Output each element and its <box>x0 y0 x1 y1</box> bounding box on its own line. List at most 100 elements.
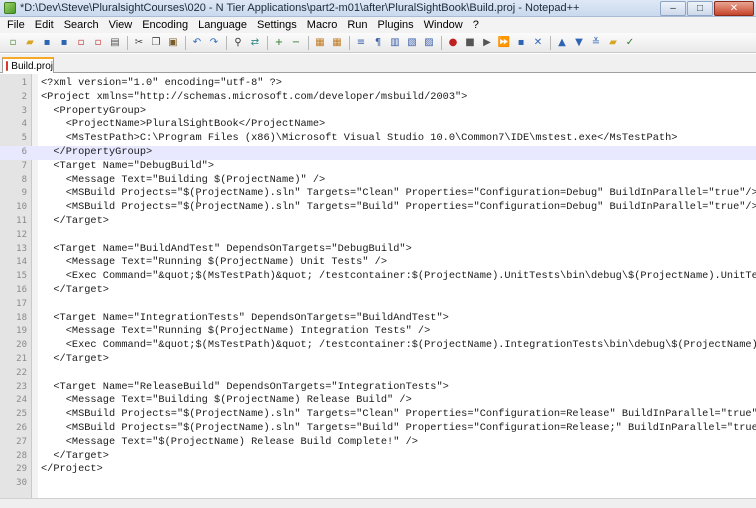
open-file-icon[interactable]: ▰ <box>23 36 37 50</box>
new-file-icon[interactable]: ▫ <box>6 36 20 50</box>
code-line[interactable]: 24 <Message Text="Building $(ProjectName… <box>0 394 756 408</box>
code-line[interactable]: 29 </Project> <box>0 463 756 477</box>
code-line[interactable]: 12 <box>0 229 756 243</box>
redo-icon[interactable]: ↷ <box>207 36 221 50</box>
code-line[interactable]: 22 <box>0 367 756 381</box>
menu-run[interactable]: Run <box>342 17 372 33</box>
code-text: </Target> <box>41 352 109 365</box>
code-line[interactable]: 14 <Message Text="Running $(ProjectName)… <box>0 256 756 270</box>
tab-build-proj[interactable]: Build.proj <box>2 57 54 73</box>
code-line[interactable]: 25 <MSBuild Projects="$(ProjectName).sln… <box>0 408 756 422</box>
save-icon[interactable]: ▪ <box>40 36 54 50</box>
toolbar-separator <box>185 35 186 50</box>
code-text: <MSBuild Projects="$(ProjectName).sln" T… <box>41 408 756 421</box>
save-macro-icon[interactable]: ▪ <box>514 36 528 50</box>
code-line[interactable]: 8 <Message Text="Building $(ProjectName)… <box>0 174 756 188</box>
line-number: 4 <box>21 119 27 130</box>
word-wrap-icon[interactable]: ≡ <box>354 36 368 50</box>
zoom-in-icon[interactable]: + <box>272 36 286 50</box>
menu-view[interactable]: View <box>104 17 138 33</box>
down-icon[interactable]: ▼ <box>572 36 586 50</box>
code-line[interactable]: 4 <ProjectName>PluralSightBook</ProjectN… <box>0 118 756 132</box>
indent-guide-icon[interactable]: ▥ <box>388 36 402 50</box>
code-line[interactable]: 9 <MSBuild Projects="$(ProjectName).sln"… <box>0 187 756 201</box>
spell-check-icon[interactable]: ✓ <box>623 36 637 50</box>
code-line[interactable]: 27 <Message Text="$(ProjectName) Release… <box>0 436 756 450</box>
tab-label: Build.proj <box>11 60 53 72</box>
menu-window[interactable]: Window <box>419 17 468 33</box>
folder-icon[interactable]: ▰ <box>606 36 620 50</box>
close-icon[interactable]: ▫ <box>74 36 88 50</box>
code-line[interactable]: 17 <box>0 298 756 312</box>
code-line[interactable]: 30 <box>0 477 756 491</box>
unsaved-file-icon <box>6 61 9 71</box>
editor-area[interactable]: 1 <?xml version="1.0" encoding="utf-8" ?>… <box>0 74 756 498</box>
show-all-chars-icon[interactable]: ¶ <box>371 36 385 50</box>
record-macro-icon[interactable]: ● <box>446 36 460 50</box>
save-all-icon[interactable]: ▪ <box>57 36 71 50</box>
code-line[interactable]: 11 </Target> <box>0 215 756 229</box>
replace-icon[interactable]: ⇄ <box>248 36 262 50</box>
fold-icon[interactable]: ≚ <box>589 36 603 50</box>
code-line[interactable]: 3 <PropertyGroup> <box>0 105 756 119</box>
code-line[interactable]: 20 <Exec Command="&quot;$(MsTestPath)&qu… <box>0 339 756 353</box>
up-icon[interactable]: ▲ <box>555 36 569 50</box>
code-line[interactable]: 6 </PropertyGroup> <box>0 145 756 160</box>
code-line[interactable]: 7 <Target Name="DebugBuild"> <box>0 160 756 174</box>
close-button[interactable]: ✕ <box>714 0 754 16</box>
horizontal-scrollbar[interactable] <box>0 498 756 508</box>
code-line[interactable]: 13 <Target Name="BuildAndTest" DependsOn… <box>0 243 756 257</box>
code-line[interactable]: 5 <MsTestPath>C:\Program Files (x86)\Mic… <box>0 132 756 146</box>
toolbar-separator <box>441 35 442 50</box>
code-line[interactable]: 19 <Message Text="Running $(ProjectName)… <box>0 325 756 339</box>
menu-search[interactable]: Search <box>59 17 104 33</box>
stop-macro-icon[interactable]: ■ <box>463 36 477 50</box>
menu-encoding[interactable]: Encoding <box>137 17 193 33</box>
maximize-button[interactable]: □ <box>687 0 713 16</box>
line-number: 12 <box>16 229 27 240</box>
code-line[interactable]: 15 <Exec Command="&quot;$(MsTestPath)&qu… <box>0 270 756 284</box>
menu-help[interactable]: ? <box>468 17 484 33</box>
toolbar-separator <box>349 35 350 50</box>
run-macro-multiple-icon[interactable]: ⏩ <box>497 36 511 50</box>
code-line[interactable]: 23 <Target Name="ReleaseBuild" DependsOn… <box>0 381 756 395</box>
cut-icon[interactable]: ✂ <box>132 36 146 50</box>
code-line[interactable]: 18 <Target Name="IntegrationTests" Depen… <box>0 312 756 326</box>
code-line[interactable]: 1 <?xml version="1.0" encoding="utf-8" ?> <box>0 77 756 91</box>
sync-horizontal-icon[interactable]: ▦ <box>330 36 344 50</box>
tab-bar: Build.proj <box>0 54 756 73</box>
code-line[interactable]: 2 <Project xmlns="http://schemas.microsof… <box>0 91 756 105</box>
code-line[interactable]: 16 </Target> <box>0 284 756 298</box>
menu-plugins[interactable]: Plugins <box>373 17 419 33</box>
line-number: 23 <box>16 381 27 392</box>
menu-settings[interactable]: Settings <box>252 17 302 33</box>
code-line[interactable]: 10 <MSBuild Projects="$(ProjectName).sln… <box>0 201 756 215</box>
sync-vertical-icon[interactable]: ▦ <box>313 36 327 50</box>
code-text: <MSBuild Projects="$(ProjectName).sln" T… <box>41 421 756 434</box>
trim-icon[interactable]: ✕ <box>531 36 545 50</box>
menu-macro[interactable]: Macro <box>302 17 343 33</box>
play-macro-icon[interactable]: ▶ <box>480 36 494 50</box>
paste-icon[interactable]: ▣ <box>166 36 180 50</box>
code-text: </Target> <box>41 449 109 462</box>
find-icon[interactable]: ⚲ <box>231 36 245 50</box>
close-all-icon[interactable]: ▫ <box>91 36 105 50</box>
menu-edit[interactable]: Edit <box>30 17 59 33</box>
code-text: <MsTestPath>C:\Program Files (x86)\Micro… <box>41 132 678 145</box>
code-text: <?xml version="1.0" encoding="utf-8" ?> <box>41 77 282 89</box>
code-line[interactable]: 28 </Target> <box>0 450 756 464</box>
code-line[interactable]: 26 <MSBuild Projects="$(ProjectName).sln… <box>0 422 756 436</box>
user-lang-icon[interactable]: ▧ <box>405 36 419 50</box>
doc-map-icon[interactable]: ▨ <box>422 36 436 50</box>
zoom-out-icon[interactable]: − <box>289 36 303 50</box>
print-icon[interactable]: ▤ <box>108 36 122 50</box>
copy-icon[interactable]: ❐ <box>149 36 163 50</box>
code-line[interactable]: 21 </Target> <box>0 353 756 367</box>
menu-file[interactable]: File <box>2 17 30 33</box>
line-number: 18 <box>16 312 27 323</box>
menu-language[interactable]: Language <box>193 17 252 33</box>
line-number: 29 <box>16 464 27 475</box>
undo-icon[interactable]: ↶ <box>190 36 204 50</box>
minimize-button[interactable]: – <box>660 0 686 16</box>
code-text: <Target Name="IntegrationTests" DependsO… <box>41 311 449 324</box>
